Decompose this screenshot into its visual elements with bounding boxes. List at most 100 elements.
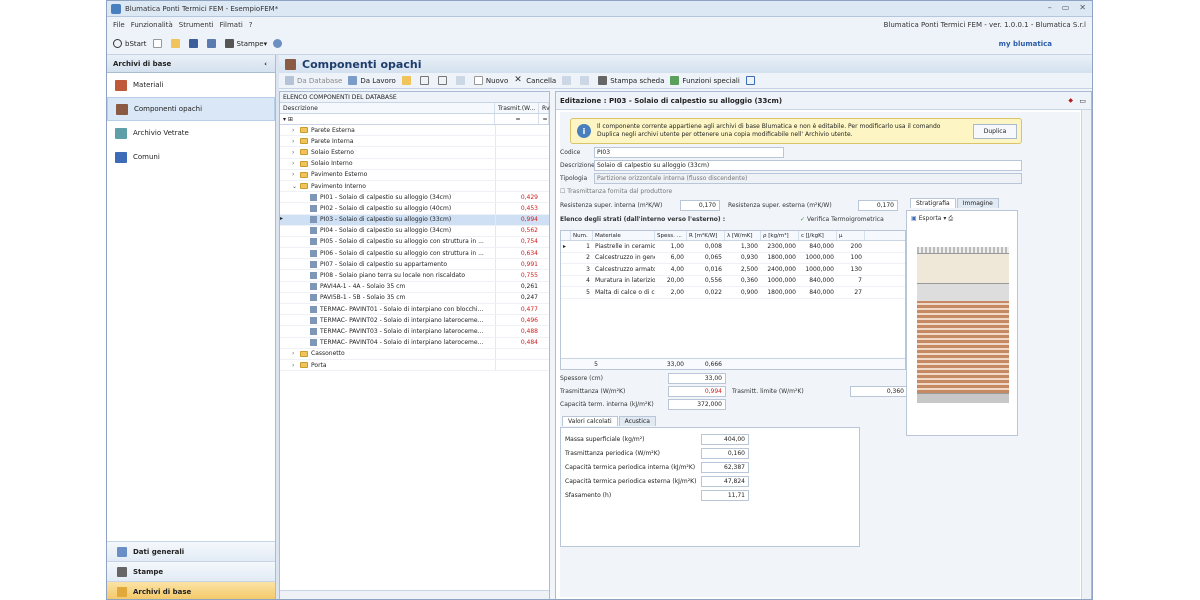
col-descrizione[interactable]: Descrizione xyxy=(280,103,495,113)
menu-help[interactable]: ? xyxy=(249,21,253,29)
col-materiale[interactable]: Materiale xyxy=(593,231,655,240)
table-row[interactable]: › Porta xyxy=(280,359,549,372)
smart-icon[interactable]: ◆ xyxy=(1068,97,1073,104)
maximize-icon[interactable]: ▭ xyxy=(1062,3,1070,12)
res-int-field[interactable]: 0,170 xyxy=(680,200,720,211)
valore-field[interactable]: 62,387 xyxy=(701,462,749,473)
tab-stratigrafia[interactable]: Stratigrafia xyxy=(910,198,956,208)
nav-materiali[interactable]: Materiali xyxy=(107,73,275,97)
strato-row[interactable]: ▸ 1 Piastrelle in ceramica 1,00 0,008 1,300 23… xyxy=(561,241,905,253)
tab-valori-calcolati[interactable]: Valori calcolati xyxy=(562,416,618,426)
expand-arrow-icon[interactable]: › xyxy=(292,149,300,156)
tipologia-select[interactable]: Partizione orizzontale interna (flusso d… xyxy=(594,173,1022,184)
res-ext-field[interactable]: 0,170 xyxy=(858,200,898,211)
expand-arrow-icon[interactable]: › xyxy=(292,171,300,178)
table-row[interactable]: › Parete Interna xyxy=(280,136,549,148)
tool-expand-button[interactable] xyxy=(419,76,432,85)
col-c[interactable]: c [J/kgK] xyxy=(799,231,837,240)
table-row[interactable]: › Pavimento Esterno xyxy=(280,169,549,181)
table-row[interactable]: TERMAC- PAVINT01 - Solaio di interpiano … xyxy=(280,304,549,316)
table-row[interactable]: ⌄ Pavimento Interno xyxy=(280,180,549,193)
table-row[interactable]: › Parete Esterna xyxy=(280,125,549,137)
filter-row[interactable]: ▾ ⊞ = = xyxy=(280,114,549,125)
expand-arrow-icon[interactable]: › xyxy=(292,160,300,167)
col-lambda[interactable]: λ [W/mK] xyxy=(725,231,761,240)
table-row[interactable]: › Solaio Interno xyxy=(280,158,549,170)
valore-field[interactable]: 11,71 xyxy=(701,490,749,501)
expand-arrow-icon[interactable]: › xyxy=(292,127,300,134)
save-button[interactable] xyxy=(188,39,201,48)
valore-field[interactable]: 47,824 xyxy=(701,476,749,487)
new-file-button[interactable] xyxy=(152,39,165,48)
strato-row[interactable]: 4 Muratura in laterizio par... 20,00 0,556 0… xyxy=(561,276,905,287)
da-database-button[interactable]: Da Database xyxy=(285,76,342,85)
table-row[interactable]: PI02 - Solaio di calpestio su alloggio (… xyxy=(280,203,549,215)
nuovo-button[interactable]: Nuovo xyxy=(473,76,508,85)
minimize-icon[interactable]: – xyxy=(1048,3,1052,12)
table-row[interactable]: PI08 - Solaio piano terra su locale non … xyxy=(280,270,549,282)
col-r[interactable]: R [m²K/W] xyxy=(687,231,725,240)
col-num[interactable]: Num. xyxy=(571,231,593,240)
table-row[interactable]: PI06 - Solaio di calpestio su alloggio c… xyxy=(280,248,549,260)
descrizione-field[interactable]: Solaio di calpestio su alloggio (33cm) xyxy=(594,160,1022,171)
da-lavoro-button[interactable]: Da Lavoro xyxy=(348,76,396,85)
verifica-button[interactable]: ✓ Verifica Termoigrometrica xyxy=(800,216,884,223)
valore-field[interactable]: 404,00 xyxy=(701,434,749,445)
trasmittanza-field[interactable]: 0,994 xyxy=(668,386,726,397)
expand-arrow-icon[interactable]: › xyxy=(292,350,300,357)
expand-arrow-icon[interactable]: ⌄ xyxy=(292,183,300,190)
bstart-button[interactable]: bStart xyxy=(113,39,147,48)
stampa-scheda-button[interactable]: Stampa scheda xyxy=(598,76,664,85)
table-row[interactable]: PI07 - Solaio di calpestio su appartamen… xyxy=(280,259,549,271)
tool-move-button[interactable] xyxy=(455,76,468,85)
nav-stampe[interactable]: Stampe xyxy=(107,561,275,581)
table-row[interactable]: TERMAC- PAVINT04 - Solaio di interpiano … xyxy=(280,337,549,349)
trasm-lim-field[interactable]: 0,360 xyxy=(850,386,908,397)
nav-comuni[interactable]: Comuni xyxy=(107,145,275,169)
table-row[interactable]: ▸ PI03 - Solaio di calpestio su alloggio … xyxy=(280,214,549,226)
open-button[interactable] xyxy=(170,39,183,48)
table-row[interactable]: PI01 - Solaio di calpestio su alloggio (… xyxy=(280,192,549,204)
tab-immagine[interactable]: Immagine xyxy=(956,198,999,208)
duplica-button[interactable]: Duplica xyxy=(973,124,1017,139)
strato-row[interactable]: 2 Calcestruzzo in genere (... 6,00 0,065 0,9… xyxy=(561,253,905,264)
tool-folder-button[interactable] xyxy=(401,76,414,85)
nav-dati-generali[interactable]: Dati generali xyxy=(107,541,275,561)
funzioni-speciali-button[interactable]: Funzioni speciali xyxy=(670,76,740,85)
menu-file[interactable]: File xyxy=(113,21,125,29)
valore-field[interactable]: 0,160 xyxy=(701,448,749,459)
col-mu[interactable]: μ xyxy=(837,231,865,240)
table-row[interactable]: PI04 - Solaio di calpestio su alloggio (… xyxy=(280,225,549,237)
expand-arrow-icon[interactable]: › xyxy=(292,362,300,369)
copy-button[interactable] xyxy=(562,76,574,85)
strato-row[interactable]: 3 Calcestruzzo armato (co... 4,00 0,016 2,50… xyxy=(561,264,905,276)
settings-button[interactable] xyxy=(273,39,285,48)
save-as-button[interactable] xyxy=(206,39,219,48)
table-row[interactable]: TERMAC- PAVINT02 - Solaio di interpiano … xyxy=(280,315,549,327)
col-rv[interactable]: Rv xyxy=(539,103,550,113)
expand-arrow-icon[interactable]: › xyxy=(292,138,300,145)
trasm-prod-checkbox[interactable]: ☐ Trasmittanza fornita dal produttore xyxy=(560,188,672,195)
table-row[interactable]: PAVI4A-1 - 4A - Solaio 35 cm 0,261 xyxy=(280,281,549,293)
edit-vscroll[interactable] xyxy=(1081,110,1091,599)
nav-componenti-opachi[interactable]: Componenti opachi xyxy=(107,97,275,121)
nav-archivio-vetrate[interactable]: Archivio Vetrate xyxy=(107,121,275,145)
menu-funzionalita[interactable]: Funzionalità xyxy=(131,21,173,29)
codice-field[interactable]: PI03 xyxy=(594,147,784,158)
strato-row[interactable]: 5 Malta di calce o di calce ... 2,00 0,022 0… xyxy=(561,287,905,299)
grid-hscroll[interactable] xyxy=(280,590,549,599)
table-row[interactable]: › Cassonetto xyxy=(280,348,549,360)
col-rho[interactable]: ρ [kg/m³] xyxy=(761,231,799,240)
spessore-field[interactable]: 33,00 xyxy=(668,373,726,384)
esporta-button[interactable]: ▣ Esporta ▾ ⎙ xyxy=(911,215,953,223)
paste-button[interactable] xyxy=(580,76,592,85)
menu-filmati[interactable]: Filmati xyxy=(220,21,243,29)
col-trasmittanza[interactable]: Trasmit.(W... xyxy=(495,103,539,113)
close-icon[interactable]: ✕ xyxy=(1079,3,1086,12)
tool-extra-button[interactable] xyxy=(745,76,758,85)
table-row[interactable]: PAVI5B-1 - 5B - Solaio 35 cm 0,247 xyxy=(280,292,549,304)
table-row[interactable]: TERMAC- PAVINT03 - Solaio di interpiano … xyxy=(280,326,549,338)
stampe-button[interactable]: Stampe ▾ xyxy=(224,39,267,48)
cancella-button[interactable]: ✕ Cancella xyxy=(514,76,556,85)
col-spess[interactable]: Spess. ... xyxy=(655,231,687,240)
